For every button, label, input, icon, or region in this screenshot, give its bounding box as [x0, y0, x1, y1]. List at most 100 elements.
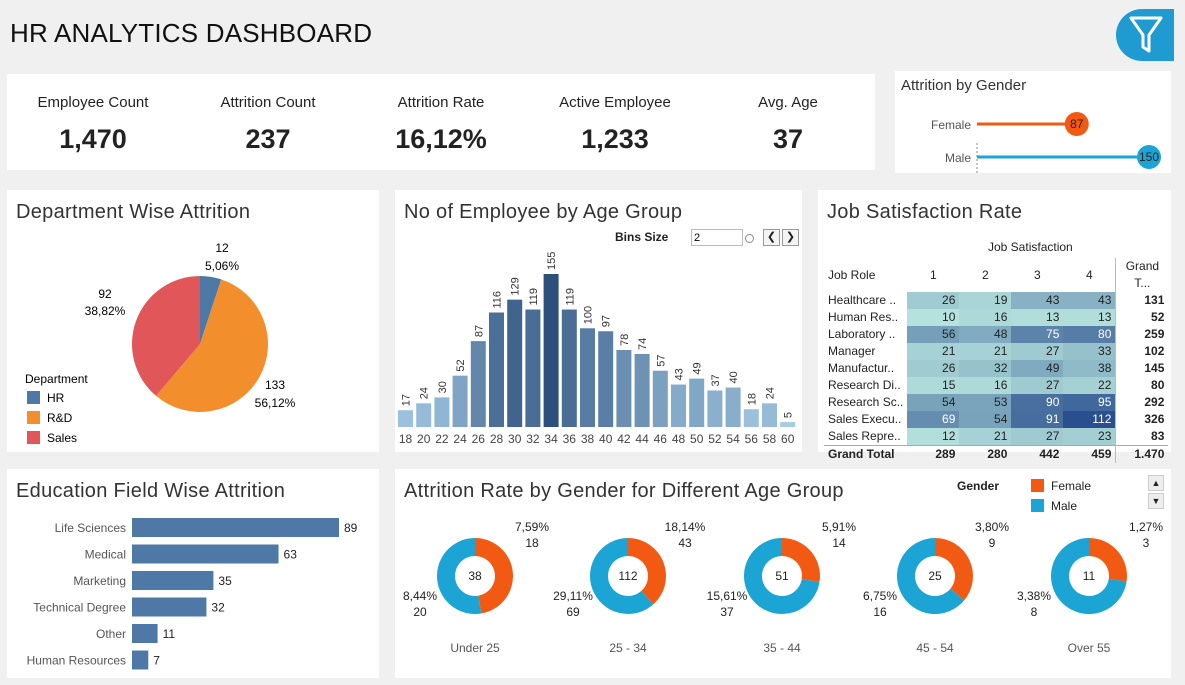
grand-total-header: Grand T... — [1115, 258, 1169, 292]
row-grand-total: 52 — [1115, 309, 1169, 326]
bar-value-label: 43 — [674, 368, 686, 380]
heatmap-cell: 56 — [907, 326, 960, 343]
column-grand-total: 459 — [1063, 445, 1116, 463]
x-tick-label: 28 — [490, 432, 504, 446]
heatmap-cell: 54 — [959, 411, 1012, 428]
bar-age-34 — [543, 274, 559, 427]
row-grand-total: 83 — [1115, 428, 1169, 446]
age-group-label: Over 55 — [1068, 641, 1111, 655]
table-row: Sales Repre.. 12 21 27 23 83 — [824, 428, 1169, 446]
lollipop-value-label: 150 — [1139, 150, 1159, 164]
bar-value-label: 49 — [692, 362, 704, 374]
education-attrition-panel: Education Field Wise Attrition Life Scie… — [7, 469, 379, 678]
kpi-value: 237 — [245, 124, 291, 154]
heatmap-cell: 69 — [907, 411, 960, 428]
male-value-label: 8 — [1031, 605, 1038, 619]
bar-life-sciences — [132, 518, 339, 537]
bar-value-label: 11 — [163, 627, 176, 641]
heatmap-cell: 27 — [1011, 428, 1064, 446]
kpi-label: Attrition Rate — [397, 94, 485, 111]
x-tick-label: 18 — [399, 432, 413, 446]
x-tick-label: 58 — [763, 432, 777, 446]
slice-percent-label-sales: 38,82% — [85, 304, 126, 318]
kpi-panel: Employee Count 1,470 Attrition Count 237… — [7, 74, 875, 170]
x-tick-label: 22 — [435, 432, 449, 446]
heatmap-cell: 16 — [959, 377, 1012, 394]
bar-age-22 — [434, 397, 450, 427]
heatmap-cell: 22 — [1063, 377, 1116, 394]
x-tick-label: 30 — [508, 432, 522, 446]
kpi-value: 16,12% — [395, 124, 487, 154]
bar-medical — [132, 544, 279, 564]
y-category-label: Medical — [85, 548, 126, 562]
row-label: Sales Repre.. — [828, 429, 901, 443]
donut-center-total: 25 — [928, 569, 942, 583]
legend-label-rd: R&D — [47, 411, 73, 425]
table-row: Research Di.. 15 16 27 22 80 — [824, 377, 1169, 394]
bar-age-36 — [561, 309, 577, 427]
column-header: 1 — [930, 267, 937, 282]
table-row: Human Res.. 10 16 13 13 52 — [824, 309, 1169, 326]
filter-button[interactable] — [1116, 9, 1174, 61]
gender-age-donut-charts: 387,59%188,44%20Under 2511218,14%4329,11… — [403, 520, 1163, 655]
heatmap-cell: 95 — [1063, 394, 1116, 411]
age-group-panel: No of Employee by Age Group Bins Size ❮ … — [395, 190, 802, 452]
kpi-value: 1,233 — [581, 124, 649, 154]
kpi-label: Active Employee — [559, 94, 671, 111]
bar-value-label: 24 — [419, 387, 431, 399]
row-label: Laboratory .. — [828, 327, 896, 341]
legend-swatch-hr — [27, 391, 40, 404]
female-percent-label: 3,80% — [975, 520, 1009, 534]
kpi-employee-count: Employee Count 1,470 — [8, 94, 178, 155]
bar-value-label: 129 — [510, 277, 522, 295]
heatmap-cell: 43 — [1011, 292, 1064, 309]
heatmap-cell: 80 — [1063, 326, 1116, 343]
kpi-label: Avg. Age — [758, 94, 818, 111]
dashboard-title: HR ANALYTICS DASHBOARD — [10, 18, 373, 48]
kpi-value: 1,470 — [59, 124, 127, 154]
row-label: Research Sc.. — [828, 395, 904, 409]
column-group-header: Job Satisfaction — [988, 240, 1073, 254]
slice-value-label-sales: 92 — [98, 287, 112, 301]
y-category-label: Other — [96, 627, 126, 641]
bar-age-54 — [725, 387, 741, 427]
category-label-female: Female — [931, 118, 971, 132]
bar-age-26 — [470, 341, 486, 427]
bar-age-28 — [489, 312, 504, 427]
heatmap-cell: 32 — [959, 360, 1012, 377]
bar-human-resources — [132, 650, 149, 670]
bar-other — [132, 624, 158, 643]
gender-lollipop-chart: Female Male 87 150 — [931, 112, 1161, 173]
job-satisfaction-panel: Job Satisfaction Rate Job Satisfaction J… — [818, 190, 1171, 463]
male-value-label: 20 — [413, 605, 427, 619]
heatmap-cell: 33 — [1063, 343, 1116, 360]
bar-value-label: 100 — [583, 306, 595, 324]
heatmap-cell: 49 — [1011, 360, 1064, 377]
age-group-label: 25 - 34 — [609, 641, 647, 655]
heatmap-cell: 23 — [1063, 428, 1116, 446]
legend-label-sales: Sales — [47, 431, 77, 445]
bar-value-label: 119 — [528, 288, 540, 306]
female-value-label: 9 — [989, 536, 996, 550]
kpi-active-employee: Active Employee 1,233 — [530, 94, 700, 155]
bar-value-label: 37 — [710, 374, 722, 386]
bar-value-label: 52 — [455, 359, 467, 371]
female-value-label: 14 — [832, 536, 846, 550]
heatmap-cell: 90 — [1011, 394, 1064, 411]
female-percent-label: 7,59% — [515, 520, 549, 534]
heatmap-cell: 75 — [1011, 326, 1064, 343]
age-group-bar-chart: 17 18 24 20 30 22 52 24 87 26 116 28 129 30 119 32 155 34… — [398, 252, 796, 446]
bar-age-30 — [507, 299, 523, 427]
category-label-male: Male — [945, 151, 971, 165]
heatmap-cell: 48 — [959, 326, 1012, 343]
row-label: Grand Total — [824, 445, 908, 463]
slice-value-label-hr: 12 — [215, 241, 229, 255]
department-pie-chart: 12 5,06% 133 56,12% 92 38,82% Department… — [25, 241, 296, 445]
bar-value-label: 35 — [218, 574, 232, 588]
heatmap-cell: 19 — [959, 292, 1012, 309]
legend-label-hr: HR — [47, 391, 65, 405]
bar-value-label: 74 — [637, 338, 649, 350]
table-row: Laboratory .. 56 48 75 80 259 — [824, 326, 1169, 343]
bar-value-label: 30 — [437, 381, 449, 393]
legend-swatch-sales — [27, 431, 40, 444]
